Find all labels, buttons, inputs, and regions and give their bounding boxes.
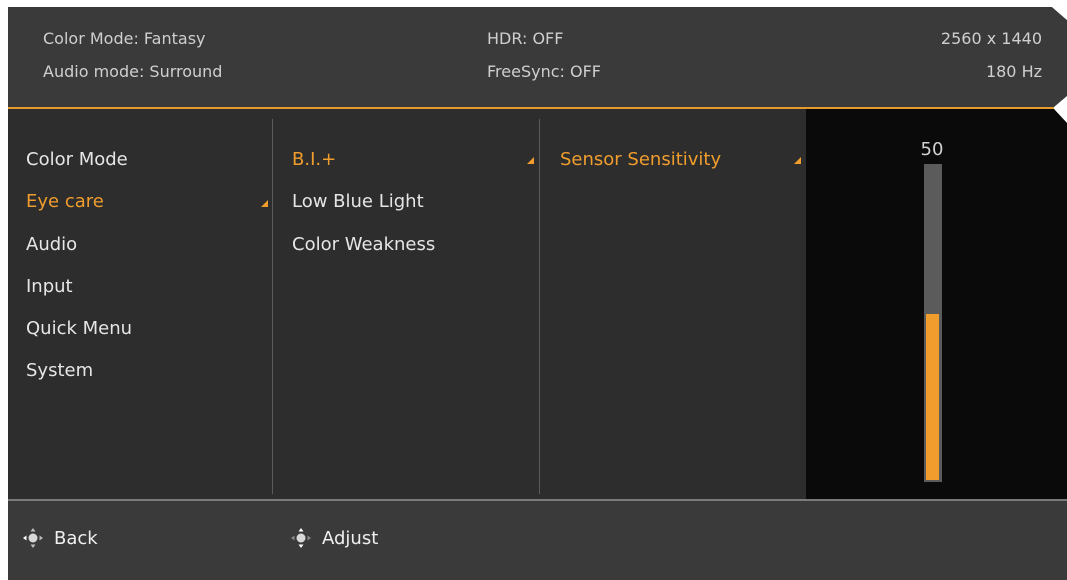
main-menu-item-audio[interactable]: Audio [26, 234, 77, 255]
sub-menu-item-color-weakness[interactable]: Color Weakness [292, 234, 435, 255]
sensitivity-slider[interactable] [924, 164, 942, 482]
selection-arrow-icon [261, 200, 268, 207]
status-header: Color Mode: Fantasy Audio mode: Surround… [8, 7, 1067, 107]
joystick-icon [22, 527, 44, 549]
slider-value: 50 [920, 139, 944, 160]
slider-fill [926, 314, 939, 480]
freesync-status: FreeSync: OFF [487, 62, 601, 81]
resolution-status: 2560 x 1440 [940, 29, 1042, 48]
header-divider [8, 107, 1054, 109]
adjust-label: Adjust [322, 527, 379, 549]
menu-body: Color Mode Eye care Audio Input Quick Me… [8, 109, 1067, 499]
main-menu-item-input[interactable]: Input [26, 276, 73, 297]
main-menu-item-quick-menu[interactable]: Quick Menu [26, 318, 132, 339]
color-mode-status: Color Mode: Fantasy [43, 29, 206, 48]
main-menu-item-color-mode[interactable]: Color Mode [26, 149, 128, 170]
audio-mode-status: Audio mode: Surround [43, 62, 223, 81]
sub-menu-item-low-blue-light[interactable]: Low Blue Light [292, 191, 424, 212]
osd-menu: Color Mode: Fantasy Audio mode: Surround… [8, 7, 1067, 580]
footer: Back Adjust [8, 501, 1067, 580]
back-label: Back [54, 527, 98, 549]
back-hint[interactable]: Back [22, 527, 98, 549]
joystick-vertical-icon [290, 527, 312, 549]
sub-menu-item-bi-plus[interactable]: B.I.+ [292, 149, 336, 170]
main-menu-item-system[interactable]: System [26, 360, 93, 381]
option-item-sensor-sensitivity[interactable]: Sensor Sensitivity [560, 149, 721, 170]
hdr-status: HDR: OFF [487, 29, 564, 48]
column-divider [272, 119, 273, 494]
adjust-hint[interactable]: Adjust [290, 527, 378, 549]
selection-arrow-icon [794, 157, 801, 164]
column-divider [539, 119, 540, 494]
main-menu-item-eye-care[interactable]: Eye care [26, 191, 104, 212]
refresh-rate-status: 180 Hz [985, 62, 1042, 81]
selection-arrow-icon [527, 157, 534, 164]
